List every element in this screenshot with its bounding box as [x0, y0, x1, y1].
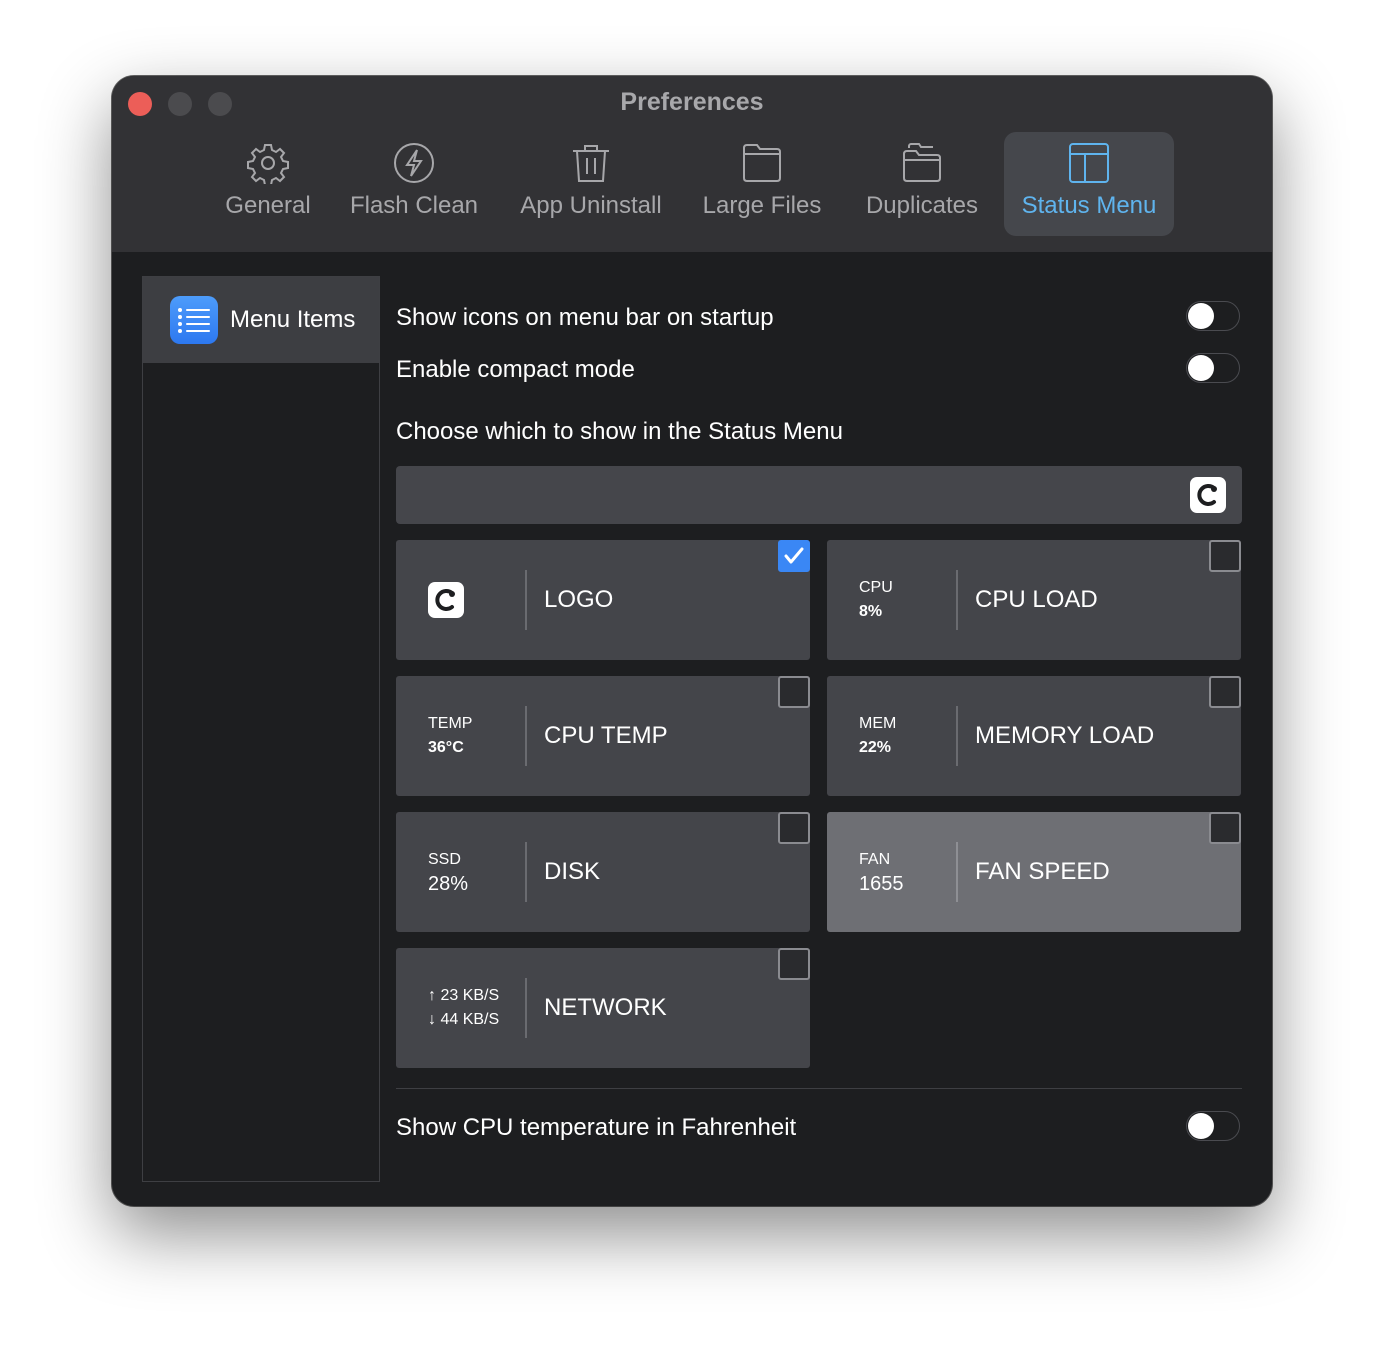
card-separator — [525, 706, 527, 766]
item-checkbox[interactable] — [778, 676, 810, 708]
card-preview-line2: ↓ 44 KB/S — [428, 1011, 500, 1028]
tab-label: General — [225, 192, 311, 219]
card-separator — [956, 842, 958, 902]
item-card-cpu-load[interactable]: CPU 8% CPU LOAD — [827, 540, 1241, 660]
status-menu-preview — [396, 466, 1242, 524]
fahrenheit-toggle[interactable] — [1186, 1111, 1240, 1141]
item-checkbox[interactable] — [778, 812, 810, 844]
preferences-window: Preferences General Flash Clean App Unin… — [112, 76, 1272, 1206]
card-preview-line2: 22% — [859, 739, 892, 756]
toggle-knob — [1188, 1113, 1214, 1139]
item-checkbox[interactable] — [1209, 812, 1241, 844]
titlebar: Preferences General Flash Clean App Unin… — [112, 76, 1272, 252]
tab-label: Large Files — [702, 192, 822, 219]
card-separator — [525, 842, 527, 902]
layout-icon — [1069, 143, 1109, 183]
item-checkbox[interactable] — [1209, 676, 1241, 708]
tab-flash-clean[interactable]: Flash Clean — [344, 132, 484, 236]
item-card-cpu-temp[interactable]: TEMP 36°C CPU TEMP — [396, 676, 810, 796]
toggle-knob — [1188, 303, 1214, 329]
card-preview-line2: 8% — [859, 603, 883, 620]
tab-duplicates[interactable]: Duplicates — [854, 132, 990, 236]
card-preview-line1: CPU — [859, 579, 893, 596]
tab-large-files[interactable]: Large Files — [698, 132, 826, 236]
card-preview-line2: 36°C — [428, 739, 464, 756]
app-logo-icon — [1190, 477, 1226, 513]
card-name: NETWORK — [544, 994, 667, 1021]
card-preview — [428, 540, 464, 660]
card-name: FAN SPEED — [975, 858, 1110, 885]
window-title: Preferences — [620, 88, 764, 116]
card-preview-line1: MEM — [859, 715, 897, 732]
sidebar-item-menu-items[interactable]: Menu Items — [143, 277, 379, 363]
card-preview-line2: 28% — [428, 873, 469, 895]
card-name: DISK — [544, 858, 601, 885]
card-name: MEMORY LOAD — [975, 722, 1155, 749]
card-preview: FAN 1655 — [859, 812, 904, 932]
item-card-network[interactable]: ↑ 23 KB/S ↓ 44 KB/S NETWORK — [396, 948, 810, 1068]
card-preview-line1: SSD — [428, 851, 461, 868]
item-card-fan-speed[interactable]: FAN 1655 FAN SPEED — [827, 812, 1241, 932]
tab-label: Duplicates — [865, 192, 979, 219]
item-checkbox[interactable] — [778, 540, 810, 572]
choose-heading: Choose which to show in the Status Menu — [396, 418, 843, 445]
card-preview: MEM 22% — [859, 676, 896, 796]
card-preview: SSD 28% — [428, 812, 468, 932]
gear-icon — [247, 144, 289, 184]
compact-mode-label: Enable compact mode — [396, 356, 635, 383]
folders-icon — [903, 143, 941, 182]
card-preview-line1: TEMP — [428, 715, 473, 732]
card-preview-line1: FAN — [859, 851, 891, 868]
sidebar-item-label: Menu Items — [230, 306, 356, 333]
tab-label: App Uninstall — [520, 192, 662, 219]
item-checkbox[interactable] — [1209, 540, 1241, 572]
section-divider — [396, 1088, 1242, 1089]
card-separator — [956, 706, 958, 766]
card-preview-line2: 1655 — [859, 873, 904, 895]
card-separator — [956, 570, 958, 630]
tab-label: Status Menu — [1021, 192, 1157, 219]
fahrenheit-label: Show CPU temperature in Fahrenheit — [396, 1114, 797, 1141]
trash-icon — [573, 145, 609, 182]
card-name: CPU LOAD — [975, 586, 1098, 613]
tab-status-menu[interactable]: Status Menu — [1004, 132, 1174, 236]
card-preview: CPU 8% — [859, 540, 893, 660]
lightning-icon — [394, 143, 434, 183]
item-card-memory-load[interactable]: MEM 22% MEMORY LOAD — [827, 676, 1241, 796]
card-name: CPU TEMP — [544, 722, 668, 749]
compact-mode-toggle[interactable] — [1186, 353, 1240, 383]
show-icons-startup-toggle[interactable] — [1186, 301, 1240, 331]
checkmark-icon — [784, 547, 804, 564]
card-preview: TEMP 36°C — [428, 676, 472, 796]
app-logo-icon — [428, 582, 464, 618]
card-separator — [525, 570, 527, 630]
tab-label: Flash Clean — [349, 192, 479, 219]
card-preview: ↑ 23 KB/S ↓ 44 KB/S — [428, 948, 499, 1068]
folder-icon — [743, 144, 781, 182]
sidebar: Menu Items — [142, 276, 380, 1182]
item-checkbox[interactable] — [778, 948, 810, 980]
tab-general[interactable]: General — [212, 132, 324, 236]
tab-app-uninstall[interactable]: App Uninstall — [512, 132, 670, 236]
list-icon — [170, 296, 218, 344]
show-icons-startup-label: Show icons on menu bar on startup — [396, 304, 774, 331]
item-card-logo[interactable]: LOGO — [396, 540, 810, 660]
toggle-knob — [1188, 355, 1214, 381]
card-separator — [525, 978, 527, 1038]
item-card-disk[interactable]: SSD 28% DISK — [396, 812, 810, 932]
card-preview-line1: ↑ 23 KB/S — [428, 987, 500, 1004]
card-name: LOGO — [544, 586, 614, 613]
